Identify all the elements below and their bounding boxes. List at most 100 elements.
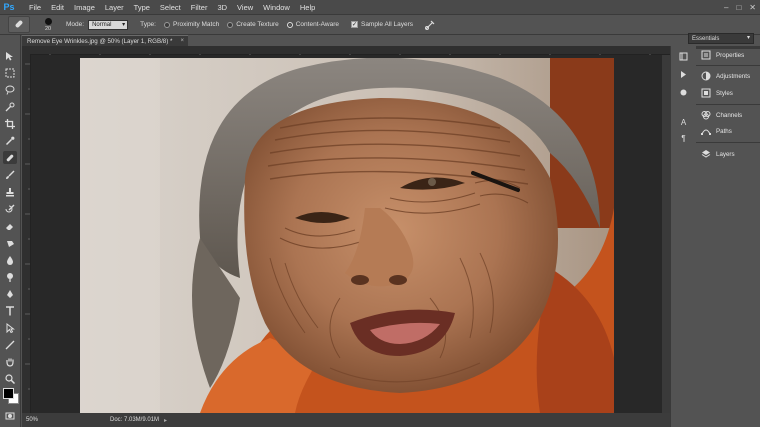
actions-panel-icon[interactable] <box>677 68 690 80</box>
dodge-icon[interactable] <box>3 270 17 283</box>
history-brush-icon[interactable] <box>3 202 17 215</box>
menu-help[interactable]: Help <box>295 3 320 12</box>
brush-size-picker[interactable]: 20 <box>40 17 56 32</box>
zoom-icon[interactable] <box>3 372 17 385</box>
checkmark-icon: ✓ <box>350 21 358 28</box>
document-tab[interactable]: Remove Eye Wrinkles.jpg @ 50% (Layer 1, … <box>22 35 188 46</box>
spot-healing-brush-icon <box>13 18 25 32</box>
document-tab-title: Remove Eye Wrinkles.jpg @ 50% (Layer 1, … <box>27 37 173 45</box>
panels-dock: Properties Adjustments Styles Channels P… <box>696 46 760 427</box>
close-window-button[interactable]: ✕ <box>749 3 756 12</box>
window-controls: – □ ✕ <box>724 0 756 14</box>
quick-select-icon[interactable] <box>3 100 17 113</box>
panel-label: Layers <box>716 150 735 158</box>
move-icon[interactable] <box>3 49 17 62</box>
foreground-color-swatch[interactable] <box>3 388 14 399</box>
gradient-icon[interactable] <box>3 236 17 249</box>
crop-icon[interactable] <box>3 117 17 130</box>
horizontal-ruler[interactable] <box>30 46 670 59</box>
pressure-size-icon[interactable] <box>423 18 437 32</box>
mode-label: Mode: <box>66 21 85 28</box>
radio-indicator <box>163 21 170 28</box>
panel-properties[interactable]: Properties <box>696 47 760 63</box>
close-tab-icon[interactable]: × <box>180 38 184 44</box>
panel-divider <box>696 104 760 105</box>
menu-type[interactable]: Type <box>129 3 155 12</box>
character-panel-icon[interactable]: A <box>677 116 690 128</box>
vertical-scrollbar[interactable] <box>662 55 670 413</box>
panel-layers[interactable]: Layers <box>696 146 760 162</box>
radio-create-texture[interactable]: Create Texture <box>227 21 279 28</box>
menu-select[interactable]: Select <box>155 3 186 12</box>
panel-divider <box>696 142 760 143</box>
type-icon[interactable] <box>3 304 17 317</box>
minimize-button[interactable]: – <box>724 3 728 12</box>
radio-indicator <box>286 21 293 28</box>
paragraph-panel-icon[interactable]: ¶ <box>677 132 690 144</box>
radio-indicator <box>227 21 234 28</box>
panel-label: Paths <box>716 127 732 135</box>
hand-icon[interactable] <box>3 355 17 368</box>
panel-adjustments[interactable]: Adjustments <box>696 68 760 84</box>
menu-view[interactable]: View <box>232 3 258 12</box>
menu-file[interactable]: File <box>24 3 46 12</box>
document-size-info: Doc: 7.03M/9.01M <box>110 417 160 423</box>
brush-icon[interactable] <box>3 168 17 181</box>
vertical-ruler[interactable] <box>22 54 31 413</box>
tool-preset-picker[interactable] <box>8 16 30 33</box>
panel-paths[interactable]: Paths <box>696 123 760 139</box>
channels-icon <box>700 109 712 121</box>
zoom-level[interactable]: 50% <box>22 417 54 423</box>
panel-label: Channels <box>716 111 743 119</box>
clone-stamp-icon[interactable] <box>3 185 17 198</box>
panel-label: Styles <box>716 89 733 97</box>
menu-filter[interactable]: Filter <box>186 3 213 12</box>
properties-icon <box>700 49 712 61</box>
spot-healing-icon[interactable] <box>3 151 17 164</box>
menu-3d[interactable]: 3D <box>212 3 232 12</box>
layers-icon <box>700 148 712 160</box>
panel-divider <box>696 65 760 66</box>
options-bar: 20 Mode: Normal Type: Proximity Match Cr… <box>0 15 760 44</box>
adjustments-icon <box>700 70 712 82</box>
type-label: Type: <box>140 21 156 28</box>
path-select-icon[interactable] <box>3 321 17 334</box>
pen-icon[interactable] <box>3 287 17 300</box>
status-menu-arrow-icon[interactable]: ▸ <box>164 417 167 424</box>
workspace-switcher[interactable]: Essentials <box>688 33 754 44</box>
brush-presets-icon[interactable] <box>677 86 690 98</box>
panel-styles[interactable]: Styles <box>696 85 760 101</box>
radio-proximity-match[interactable]: Proximity Match <box>163 21 219 28</box>
blur-icon[interactable] <box>3 253 17 266</box>
eraser-icon[interactable] <box>3 219 17 232</box>
radio-label: Create Texture <box>236 21 279 28</box>
marquee-icon[interactable] <box>3 66 17 79</box>
sample-all-layers-checkbox[interactable]: ✓ Sample All Layers <box>350 21 414 28</box>
menu-window[interactable]: Window <box>258 3 295 12</box>
radio-content-aware[interactable]: Content-Aware <box>286 21 339 28</box>
brush-tip-icon <box>44 17 52 25</box>
workspace-value: Essentials <box>692 35 720 42</box>
panel-channels[interactable]: Channels <box>696 107 760 123</box>
quick-mask-icon[interactable] <box>3 409 17 422</box>
document-canvas-photo[interactable] <box>80 58 614 413</box>
paths-icon <box>700 125 712 137</box>
maximize-button[interactable]: □ <box>736 3 741 12</box>
shape-icon[interactable] <box>3 338 17 351</box>
color-swatches[interactable] <box>3 388 19 404</box>
menu-layer[interactable]: Layer <box>100 3 129 12</box>
eyedropper-icon[interactable] <box>3 134 17 147</box>
menu-image[interactable]: Image <box>69 3 100 12</box>
tools-panel <box>0 35 21 427</box>
styles-icon <box>700 87 712 99</box>
menu-edit[interactable]: Edit <box>46 3 69 12</box>
brush-size-value: 20 <box>44 25 52 32</box>
mode-value: Normal <box>92 21 112 28</box>
checkbox-label: Sample All Layers <box>360 21 414 28</box>
mode-select[interactable]: Normal <box>88 19 129 30</box>
ruler-origin[interactable] <box>22 46 30 54</box>
radio-label: Content-Aware <box>295 21 339 28</box>
history-panel-icon[interactable] <box>677 50 690 62</box>
lasso-icon[interactable] <box>3 83 17 96</box>
photoshop-logo: Ps <box>3 2 15 12</box>
